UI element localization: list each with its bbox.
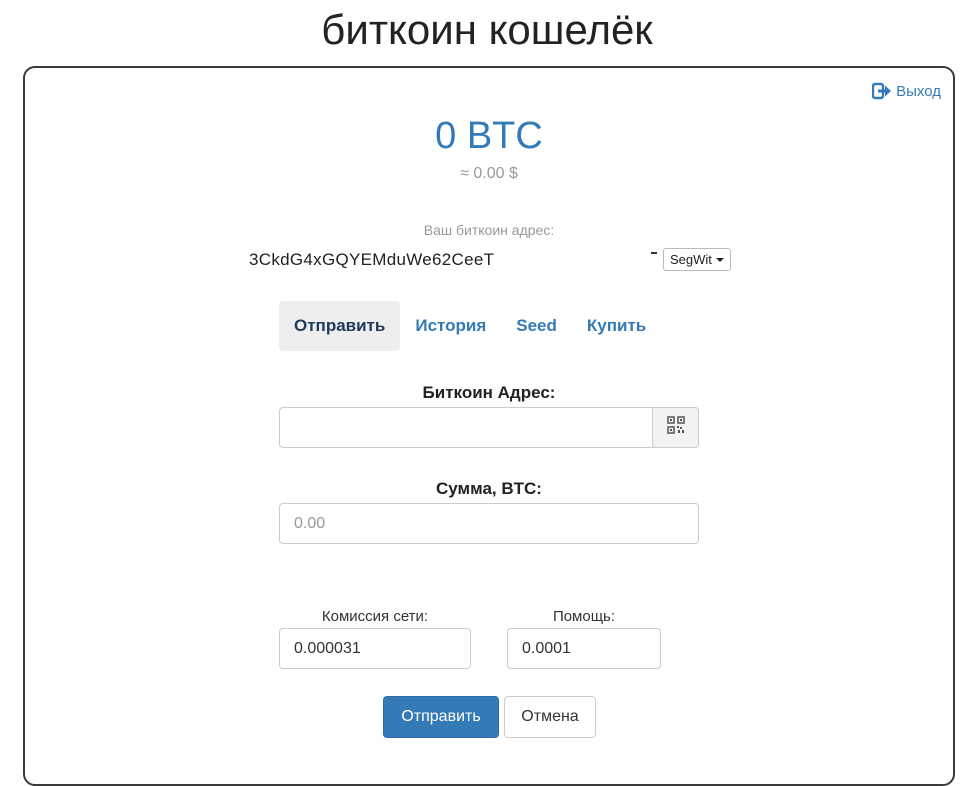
- recipient-address-group: [279, 407, 699, 448]
- address-label: Ваш биткоин адрес:: [423, 222, 555, 238]
- balance-btc: 0 BTC: [435, 115, 543, 157]
- tab-seed[interactable]: Seed: [501, 301, 572, 351]
- amount-input[interactable]: 0.00: [279, 503, 699, 544]
- app-title: биткоин кошелёк: [321, 6, 653, 53]
- fee-input[interactable]: 0.000031: [279, 628, 471, 669]
- balance-usd: ≈ 0.00 $: [460, 165, 518, 182]
- tab-bar: Отправить История Seed Купить: [279, 301, 661, 351]
- amount-label: Сумма, BTC:: [436, 479, 542, 498]
- fee-label: Комиссия сети:: [321, 608, 429, 625]
- logout-button[interactable]: Выход: [872, 82, 941, 100]
- address-type-dropdown[interactable]: SegWit: [663, 248, 731, 271]
- amount-placeholder: 0.00: [294, 514, 326, 532]
- chevron-down-icon: [715, 257, 724, 262]
- logout-label: Выход: [896, 82, 941, 100]
- logout-icon: [872, 82, 892, 100]
- send-button[interactable]: Отправить: [383, 696, 499, 738]
- tab-send[interactable]: Отправить: [279, 301, 401, 351]
- recipient-address-label: Биткоин Адрес:: [422, 383, 556, 402]
- tab-buy[interactable]: Купить: [572, 301, 661, 351]
- qr-code-icon: [666, 416, 685, 439]
- address-mark: [651, 251, 657, 254]
- help-input[interactable]: 0.0001: [507, 628, 661, 669]
- tab-history[interactable]: История: [400, 301, 501, 351]
- address-type-label: SegWit: [670, 252, 712, 267]
- address-row: 3CkdG4xGQYEMduWe62CeeT SegWit: [249, 248, 731, 271]
- wallet-panel: Выход 0 BTC ≈ 0.00 $ Ваш биткоин адрес: …: [23, 66, 955, 786]
- recipient-address-input[interactable]: [279, 407, 652, 448]
- help-label: Помощь:: [552, 608, 616, 625]
- wallet-address: 3CkdG4xGQYEMduWe62CeeT: [249, 249, 495, 269]
- cancel-button[interactable]: Отмена: [504, 696, 596, 738]
- scan-qr-button[interactable]: [652, 407, 699, 448]
